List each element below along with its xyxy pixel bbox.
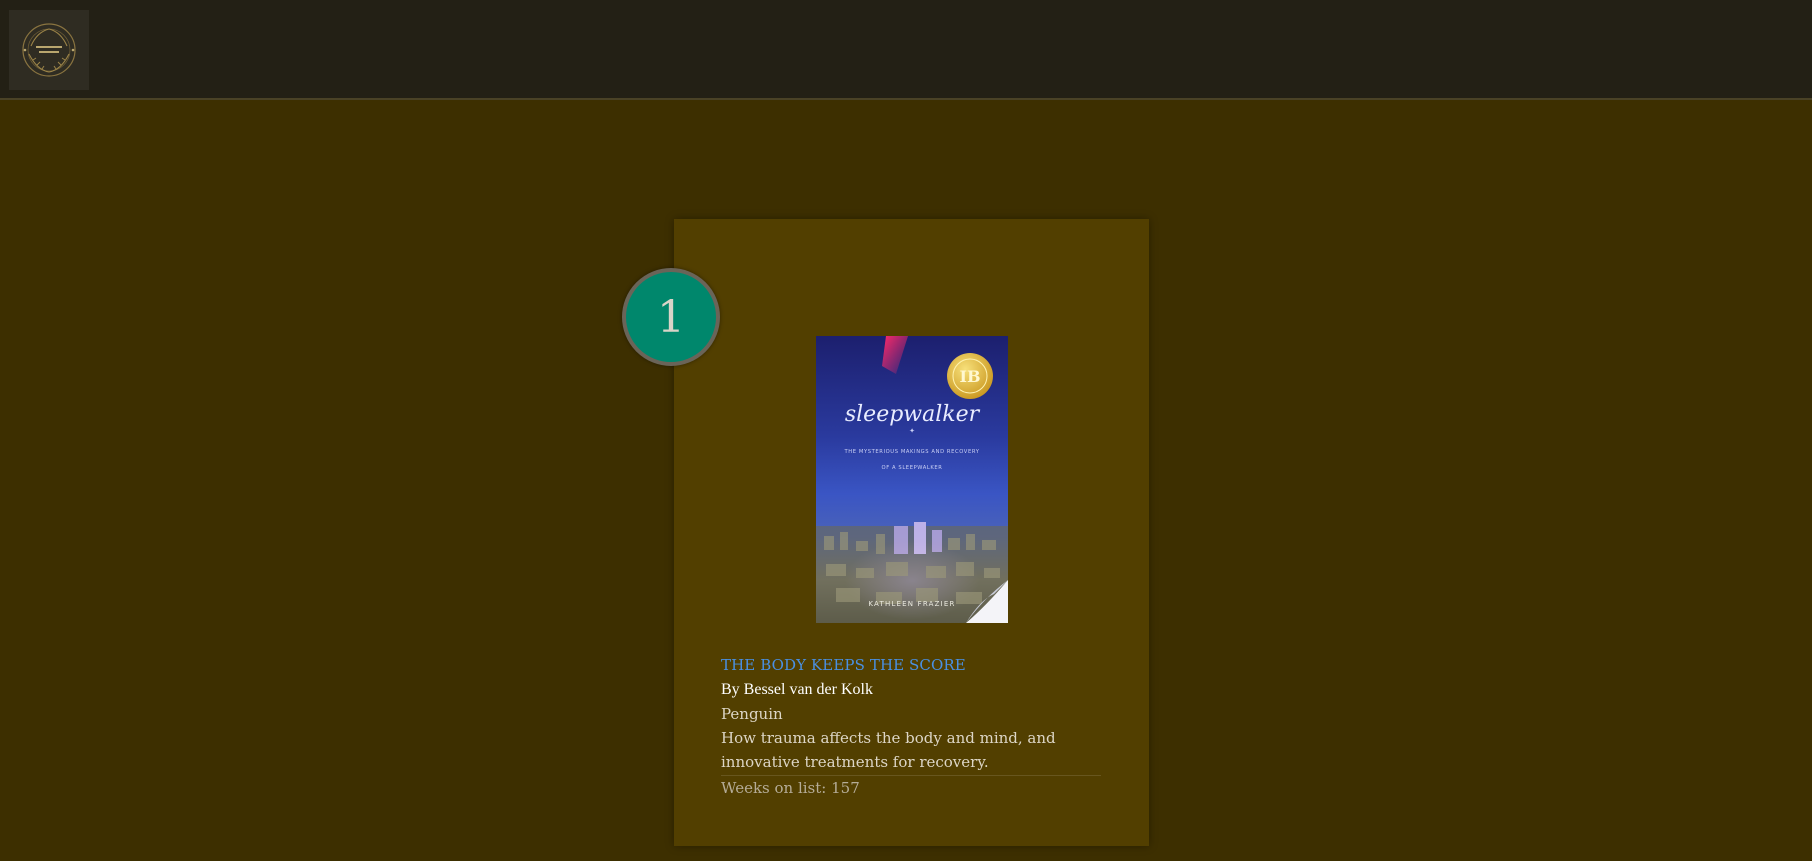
weeks-on-list: Weeks on list: 157 — [721, 779, 860, 797]
book-info: THE BODY KEEPS THE SCORE By Bessel van d… — [721, 654, 1101, 800]
cover-subtitle-text: THE MYSTERIOUS MAKINGS AND RECOVERY — [844, 449, 980, 455]
svg-text:IB: IB — [959, 367, 980, 386]
book-cover-image[interactable]: IB sleepwalker ✦ THE MYSTERIOUS MAKINGS … — [816, 336, 1008, 623]
svg-text:✦: ✦ — [909, 427, 915, 435]
top-header — [0, 0, 1812, 100]
cover-author-text: KATHLEEN FRAZIER — [868, 600, 955, 608]
book-description: How trauma affects the body and mind, an… — [721, 726, 1101, 776]
logo-icon[interactable] — [9, 10, 89, 90]
cover-title-text: sleepwalker — [845, 402, 981, 427]
rank-badge: 1 — [622, 268, 720, 366]
book-title-link[interactable]: THE BODY KEEPS THE SCORE — [721, 654, 1101, 676]
book-author: By Bessel van der Kolk — [721, 681, 873, 698]
cover-subtitle-text-2: OF A SLEEPWALKER — [882, 465, 943, 471]
book-publisher: Penguin — [721, 705, 783, 723]
